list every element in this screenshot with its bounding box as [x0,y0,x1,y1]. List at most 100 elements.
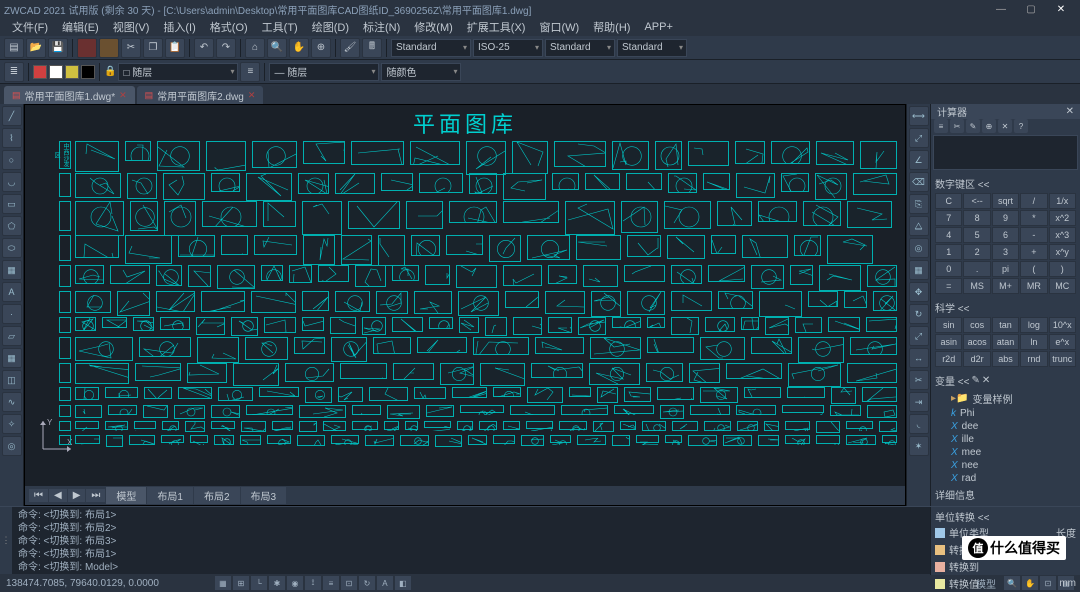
floorplan-block[interactable] [75,235,119,258]
point-tool[interactable]: · [2,304,22,324]
floorplan-block[interactable] [246,173,292,201]
num-key-2-1[interactable]: 5 [963,227,990,243]
floorplan-block[interactable] [241,421,266,432]
sci-key-1-1[interactable]: acos [963,334,990,350]
num-key-5-3[interactable]: MR [1020,278,1047,294]
floorplan-block[interactable] [742,235,788,258]
floorplan-block[interactable] [362,317,386,335]
color-swatch-white[interactable] [49,65,63,79]
floorplan-block[interactable] [671,291,711,311]
num-key-3-1[interactable]: 2 [963,244,990,260]
tablestyle-combo[interactable]: Standard [545,39,615,57]
floorplan-block[interactable] [554,141,607,167]
extend-tool[interactable]: ⇥ [909,392,929,412]
floorplan-block[interactable] [134,421,156,429]
floorplan-block[interactable] [285,363,334,382]
calc-tool-3[interactable]: ✎ [966,119,980,133]
floorplan-block[interactable] [435,435,462,447]
layout-tab-1[interactable]: 布局2 [194,487,240,504]
sci-key-2-4[interactable]: trunc [1049,351,1076,367]
color-swatch-yellow[interactable] [65,65,79,79]
floorplan-block[interactable] [660,405,684,419]
floorplan-block[interactable] [298,173,329,194]
floorplan-block[interactable] [785,421,810,430]
floorplan-block[interactable] [593,421,615,432]
num-key-0-1[interactable]: <-- [963,193,990,209]
floorplan-block[interactable] [161,435,184,443]
floorplan-block[interactable] [597,387,618,403]
command-log[interactable]: 命令: <切换到: 布局1>命令: <切换到: 布局2>命令: <切换到: 布局… [12,507,1080,574]
floorplan-block[interactable] [468,435,487,445]
sci-key-0-2[interactable]: tan [992,317,1019,333]
table-tool[interactable]: ▦ [2,348,22,368]
variable-row-1[interactable]: Xdee [935,420,1076,433]
floorplan-block[interactable] [254,235,297,255]
floorplan-block[interactable] [751,265,783,289]
floorplan-block[interactable] [75,405,102,418]
floorplan-block[interactable] [414,387,446,399]
drawing-area[interactable]: 平面图库 X Y 中西沙发区 ⏮ ◀ ▶ ⏭ 模型 布局1布局2布局3 [24,104,906,506]
floorplan-block[interactable] [647,337,695,353]
num-key-1-1[interactable]: 8 [963,210,990,226]
num-key-2-3[interactable]: - [1020,227,1047,243]
rotate-tool[interactable]: ↻ [909,304,929,324]
dim-angular-tool[interactable]: ∠ [909,150,929,170]
floorplan-block[interactable] [624,387,651,402]
floorplan-block[interactable] [830,405,861,416]
floorplan-block[interactable] [305,387,332,403]
floorplan-block[interactable] [831,387,856,404]
floorplan-block[interactable] [512,141,548,174]
floorplan-block[interactable] [493,387,521,397]
array-tool[interactable]: ▦ [909,260,929,280]
floorplan-block[interactable] [708,265,745,282]
floorplan-block[interactable] [387,405,420,419]
variable-row-4[interactable]: Xnee [935,459,1076,472]
num-key-3-4[interactable]: x^y [1049,244,1076,260]
floorplan-block[interactable] [299,405,346,418]
floorplan-block[interactable] [808,291,838,307]
floorplan-block[interactable] [489,235,521,262]
floorplan-block[interactable] [847,201,892,228]
floorplan-block[interactable] [129,435,155,445]
floorplan-block[interactable] [503,201,559,223]
floorplan-block[interactable] [627,235,661,257]
floorplan-block[interactable] [589,363,640,385]
cycle-toggle[interactable]: ↻ [359,576,375,590]
search-button[interactable]: 🔍 [267,38,287,58]
otrack-toggle[interactable]: ⟟ [305,576,321,590]
floorplan-block[interactable] [217,265,254,289]
floorplan-block[interactable] [75,387,99,400]
region-tool[interactable]: ▱ [2,326,22,346]
new-button[interactable]: ▤ [4,38,24,58]
floorplan-block[interactable] [860,141,897,169]
dim-aligned-tool[interactable]: ⤢ [909,128,929,148]
mleaderstyle-combo[interactable]: Standard [617,39,687,57]
floorplan-block[interactable] [469,173,496,194]
floorplan-block[interactable] [545,291,585,314]
copy-button[interactable]: ❐ [143,38,163,58]
floorplan-block[interactable] [882,435,897,443]
floorplan-block[interactable] [569,387,591,397]
floorplan-block[interactable] [400,435,429,446]
floorplan-block[interactable] [75,363,129,384]
floorplan-block[interactable] [240,435,261,445]
floorplan-block[interactable] [426,405,454,417]
floorplan-block[interactable] [252,141,298,168]
floorplan-block[interactable] [815,173,847,200]
floorplan-block[interactable] [335,291,370,312]
floorplan-block[interactable] [440,363,474,385]
scale-tool[interactable]: ⤢ [909,326,929,346]
floorplan-block[interactable] [384,421,399,430]
floorplan-block[interactable] [75,141,119,172]
floorplan-block[interactable] [646,363,683,382]
floorplan-block[interactable] [160,317,190,330]
floorplan-block[interactable] [108,405,137,415]
num-key-1-4[interactable]: x^2 [1049,210,1076,226]
floorplan-block[interactable] [531,363,584,378]
num-key-0-4[interactable]: 1/x [1049,193,1076,209]
floorplan-block[interactable] [446,235,483,255]
floorplan-block[interactable] [75,337,133,361]
variable-row-2[interactable]: Xille [935,433,1076,446]
osnap-toggle[interactable]: ◉ [287,576,303,590]
offset-tool[interactable]: ◎ [909,238,929,258]
